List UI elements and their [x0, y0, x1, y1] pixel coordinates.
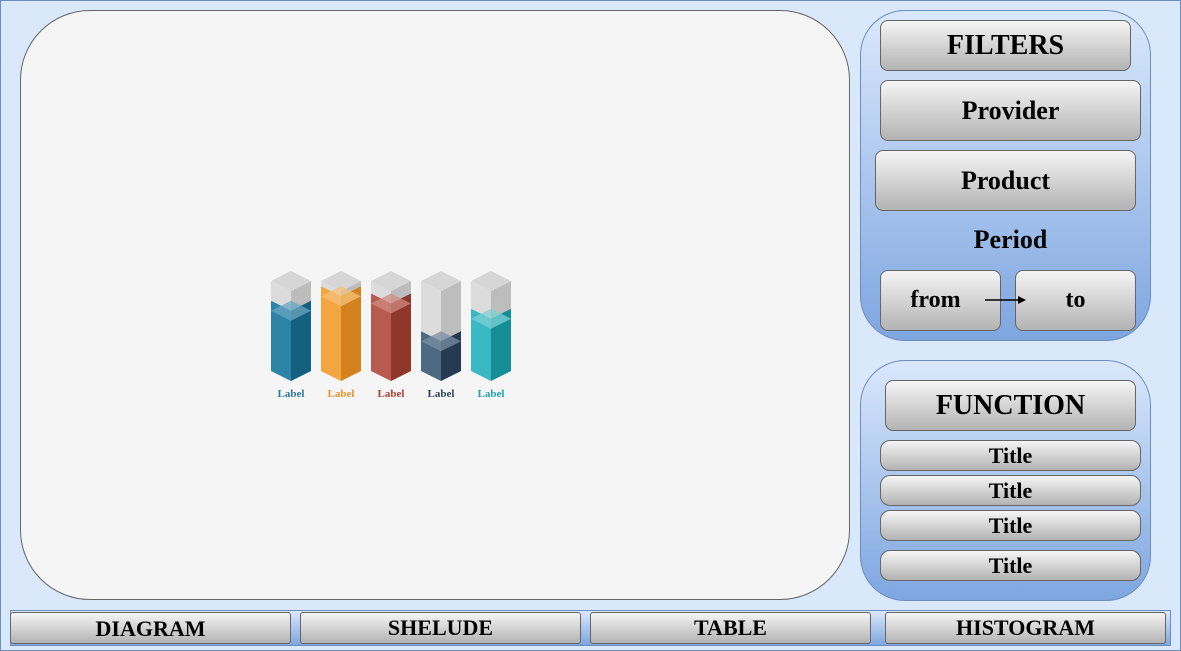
diagram-canvas: Label Label Label Label Label — [20, 10, 850, 600]
tab-histogram[interactable]: HISTOGRAM — [885, 612, 1166, 644]
period-label: Period — [973, 225, 1048, 254]
function-header: FUNCTION — [885, 380, 1136, 431]
tab-diagram[interactable]: DIAGRAM — [10, 612, 291, 644]
bar-label: Label — [478, 388, 505, 400]
function-item-3[interactable]: Title — [880, 510, 1141, 541]
bar-label: Label — [428, 388, 455, 400]
tab-shelude[interactable]: SHELUDE — [300, 612, 581, 644]
function-item-1[interactable]: Title — [880, 440, 1141, 471]
tab-table[interactable]: TABLE — [590, 612, 871, 644]
arrow-right-icon — [985, 296, 1026, 304]
bar-label: Label — [278, 388, 305, 400]
filters-header: FILTERS — [880, 20, 1131, 71]
function-item-2[interactable]: Title — [880, 475, 1141, 506]
bar-label: Label — [378, 388, 405, 400]
bar-label: Label — [328, 388, 355, 400]
provider-button[interactable]: Provider — [880, 80, 1141, 141]
function-item-4[interactable]: Title — [880, 550, 1141, 581]
bar-chart: Label Label Label Label Label — [271, 271, 511, 400]
product-button[interactable]: Product — [875, 150, 1136, 211]
period-to-button[interactable]: to — [1015, 270, 1136, 331]
